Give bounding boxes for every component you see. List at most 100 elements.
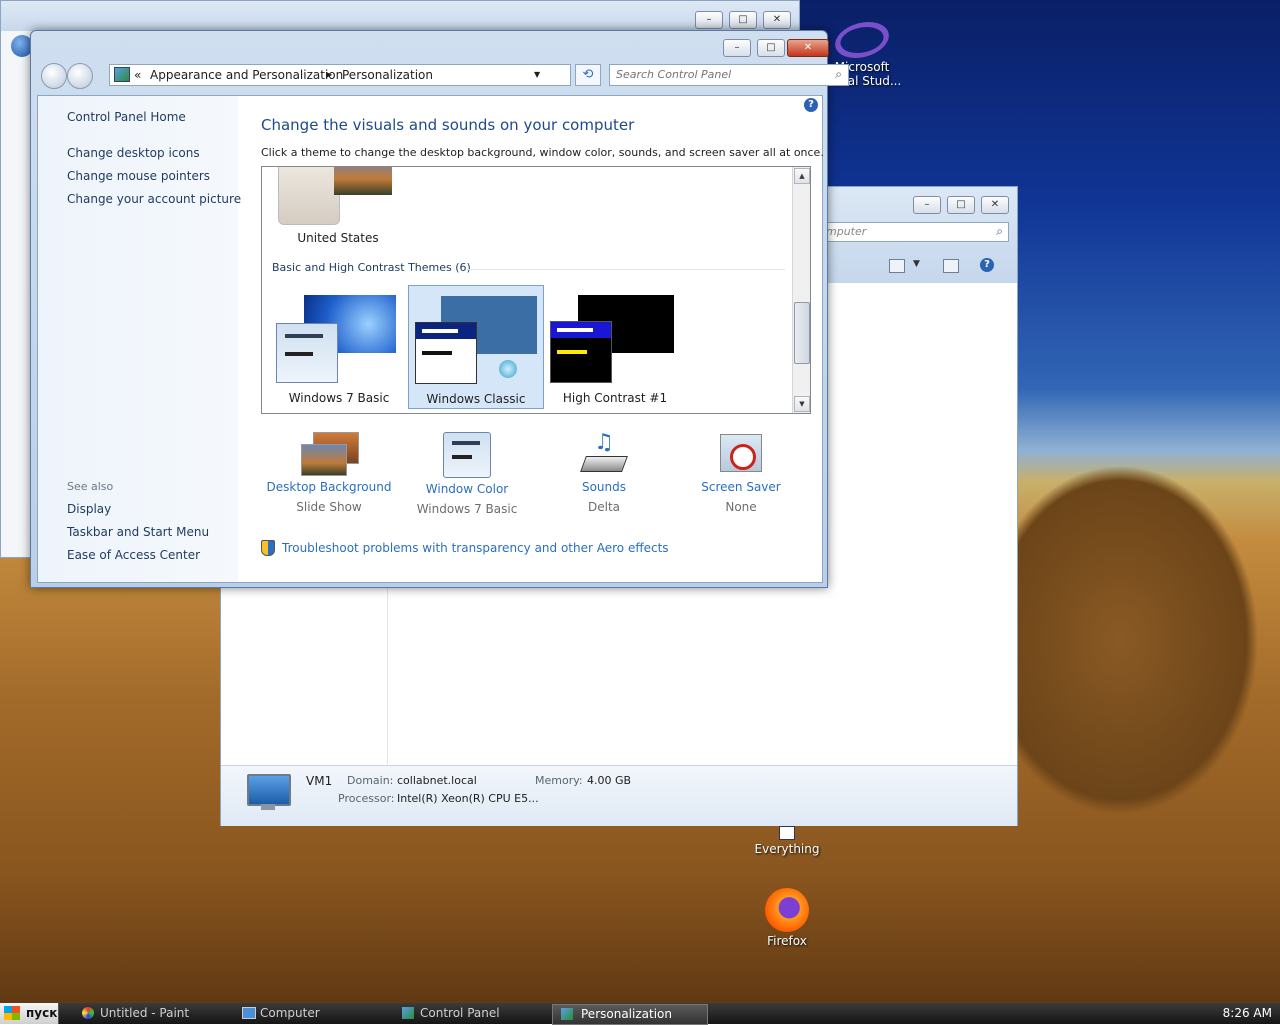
taskbar-personalization-label: Personalization	[581, 1007, 672, 1021]
theme-high-contrast-1[interactable]: High Contrast #1	[548, 285, 682, 407]
search-input[interactable]	[616, 68, 816, 81]
basic-themes-heading: Basic and High Contrast Themes (6)	[272, 261, 471, 274]
change-desktop-icons-link[interactable]: Change desktop icons	[67, 146, 200, 160]
close-button[interactable]: ✕	[787, 39, 829, 57]
desktop-background-title[interactable]: Desktop Background	[264, 480, 394, 494]
control-panel-icon	[114, 67, 130, 82]
firefox-label: Firefox	[767, 934, 807, 948]
taskbar-computer-label: Computer	[260, 1006, 320, 1020]
theme-list[interactable]: United States Basic and High Contrast Th…	[261, 166, 811, 414]
desktop-background-value: Slide Show	[296, 500, 362, 514]
address-bar[interactable]: « Appearance and Personalization ▶ Perso…	[109, 64, 571, 86]
classic-screensaver-icon	[499, 360, 517, 378]
theme-united-states[interactable]: United States	[276, 167, 410, 247]
memory-label: Memory:	[535, 774, 583, 787]
computer-nav-pane	[229, 587, 388, 765]
clock[interactable]: 8:26 AM	[1223, 1006, 1272, 1020]
content-area: Control Panel Home Change desktop icons …	[37, 95, 824, 583]
taskbar-personalization-button[interactable]: Personalization	[552, 1004, 708, 1025]
sounds-title[interactable]: Sounds	[539, 480, 669, 494]
group-divider	[467, 269, 785, 270]
computer-search-field[interactable]: mputer ⌕	[821, 222, 1009, 242]
start-label: пуск	[26, 1006, 58, 1020]
taskbar-computer-button[interactable]: Computer	[238, 1004, 392, 1023]
united-states-photo	[334, 167, 392, 195]
search-icon[interactable]: ⌕	[835, 67, 842, 82]
computer-monitor-stand	[261, 804, 275, 810]
computer-help-icon[interactable]: ?	[980, 258, 994, 272]
taskbar: пуск Untitled - Paint Computer Control P…	[0, 1003, 1280, 1025]
win7-basic-label: Windows 7 Basic	[288, 391, 390, 405]
theme-windows-7-basic[interactable]: Windows 7 Basic	[272, 285, 406, 407]
desktop-background-icon	[301, 432, 359, 476]
display-link[interactable]: Display	[67, 502, 111, 516]
change-mouse-pointers-link[interactable]: Change mouse pointers	[67, 169, 210, 183]
scroll-thumb[interactable]	[794, 302, 810, 364]
everything-icon	[779, 826, 795, 840]
hc1-window-preview	[550, 321, 612, 383]
desktop-background-option[interactable]: Desktop Background Slide Show	[264, 432, 394, 514]
forward-button[interactable]	[67, 63, 93, 89]
paint-icon	[82, 1007, 94, 1019]
computer-close-button[interactable]: ✕	[981, 196, 1009, 214]
classic-window-preview	[415, 322, 477, 384]
computer-icon	[242, 1007, 256, 1019]
taskbar-control-panel-button[interactable]: Control Panel	[398, 1004, 552, 1023]
computer-view-options-icon[interactable]	[889, 259, 905, 273]
ease-of-access-link[interactable]: Ease of Access Center	[67, 548, 200, 562]
taskbar-start-menu-link[interactable]: Taskbar and Start Menu	[67, 525, 209, 539]
theme-windows-classic[interactable]: Windows Classic	[408, 285, 544, 409]
theme-list-scrollbar[interactable]: ▲ ▼	[792, 167, 810, 413]
breadcrumb-appearance[interactable]: Appearance and Personalization	[150, 68, 343, 82]
bg-top-minimize-button[interactable]: –	[695, 11, 723, 29]
sounds-option[interactable]: ♫ Sounds Delta	[539, 432, 669, 514]
background-window-titlebar[interactable]	[1, 1, 799, 31]
computer-monitor-icon	[247, 774, 291, 806]
help-icon[interactable]: ?	[804, 98, 818, 112]
page-subtitle: Click a theme to change the desktop back…	[261, 146, 824, 159]
refresh-icon[interactable]: ⟲	[575, 64, 601, 86]
taskbar-paint-button[interactable]: Untitled - Paint	[78, 1004, 232, 1023]
win7-basic-window-preview	[276, 323, 338, 383]
personalization-window[interactable]: – □ ✕ « Appearance and Personalization ▶…	[30, 30, 849, 588]
breadcrumb-separator-icon[interactable]: ▶	[326, 70, 332, 79]
desktop: – □ ✕ – □ ✕ mputer ⌕ ▼ ? VM1 Domain: col…	[0, 0, 1280, 1025]
change-account-picture-link[interactable]: Change your account picture	[67, 192, 241, 206]
united-states-label: United States	[297, 231, 379, 245]
desktop-icon-firefox[interactable]: Firefox	[747, 888, 827, 948]
memory-value: 4.00 GB	[587, 774, 632, 787]
screen-saver-title[interactable]: Screen Saver	[676, 480, 806, 494]
minimize-button[interactable]: –	[723, 39, 751, 57]
navigation-bar: « Appearance and Personalization ▶ Perso…	[37, 61, 849, 91]
taskbar-paint-label: Untitled - Paint	[100, 1006, 190, 1020]
screen-saver-value: None	[725, 500, 757, 514]
scroll-down-button[interactable]: ▼	[794, 396, 810, 412]
window-color-value: Windows 7 Basic	[416, 502, 518, 516]
desktop-icon-everything[interactable]: Everything	[747, 826, 827, 856]
maximize-button[interactable]: □	[757, 39, 785, 57]
breadcrumb-chevrons[interactable]: «	[134, 68, 141, 82]
window-color-title[interactable]: Window Color	[402, 482, 532, 496]
search-field[interactable]: ⌕	[609, 64, 849, 86]
computer-view-dropdown-icon[interactable]: ▼	[913, 259, 920, 269]
screen-saver-icon	[718, 432, 764, 476]
computer-maximize-button[interactable]: □	[947, 196, 975, 214]
screen-saver-option[interactable]: Screen Saver None	[676, 432, 806, 514]
computer-search-text: mputer	[826, 225, 867, 238]
breadcrumb-personalization[interactable]: Personalization	[342, 68, 433, 82]
scroll-up-button[interactable]: ▲	[794, 168, 810, 184]
address-dropdown-icon[interactable]: ▼	[534, 70, 540, 79]
computer-minimize-button[interactable]: –	[913, 196, 941, 214]
control-panel-home-link[interactable]: Control Panel Home	[67, 110, 186, 124]
bg-top-maximize-button[interactable]: □	[729, 11, 757, 29]
window-color-icon	[443, 432, 491, 478]
troubleshoot-link[interactable]: Troubleshoot problems with transparency …	[282, 541, 669, 555]
window-color-option[interactable]: Window Color Windows 7 Basic	[402, 432, 532, 516]
start-button[interactable]: пуск	[0, 1003, 59, 1024]
computer-preview-pane-icon[interactable]	[943, 259, 959, 273]
back-button[interactable]	[41, 63, 67, 89]
computer-search-icon[interactable]: ⌕	[996, 224, 1003, 239]
bg-top-close-button[interactable]: ✕	[763, 11, 791, 29]
shield-icon	[261, 540, 275, 556]
windows-classic-label: Windows Classic	[426, 392, 526, 406]
